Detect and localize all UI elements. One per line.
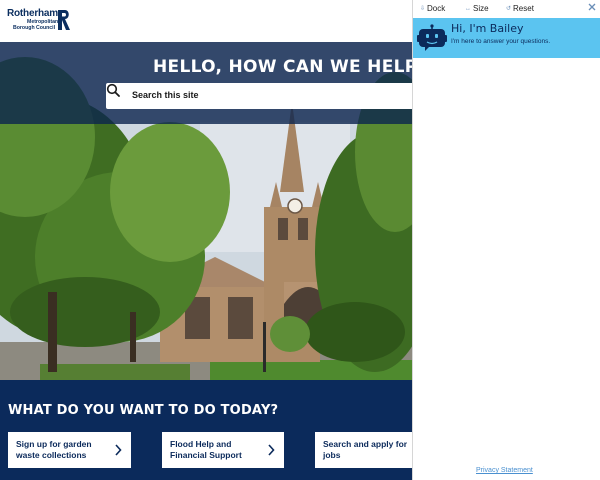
- hero-section: HELLO, HOW CAN WE HELP Y Search this sit…: [0, 42, 412, 380]
- council-logo[interactable]: Rotherham Metropolitan Borough Council: [7, 8, 71, 34]
- reset-icon: ↺: [506, 6, 512, 12]
- resize-icon: ↔: [465, 5, 471, 12]
- size-label: Size: [473, 4, 489, 13]
- chevron-right-icon: [115, 444, 122, 456]
- chat-greeting: Hi, I'm Bailey: [451, 22, 524, 35]
- chat-welcome-banner: Hi, I'm Bailey I'm here to answer your q…: [413, 18, 600, 58]
- dock-label: Dock: [427, 4, 446, 13]
- search-icon: [106, 83, 120, 97]
- chevron-right-icon: [268, 444, 275, 456]
- dock-button[interactable]: ⇩ Dock: [420, 4, 445, 13]
- task-search-jobs[interactable]: Search and apply for jobs: [315, 432, 412, 468]
- logo-subline-2: Borough Council: [13, 25, 56, 31]
- hero-title: HELLO, HOW CAN WE HELP Y: [153, 57, 412, 77]
- reset-button[interactable]: ↺ Reset: [506, 4, 534, 13]
- chatbot-panel: ⇩ Dock ↔ Size ↺ Reset Hi, I'm Bailey I'm…: [412, 0, 600, 480]
- close-icon[interactable]: [587, 2, 597, 12]
- privacy-statement-link[interactable]: Privacy Statement: [476, 467, 533, 474]
- site-search-input[interactable]: Search this site: [106, 83, 412, 109]
- task-garden-waste[interactable]: Sign up for garden waste collections: [8, 432, 131, 468]
- task-label: Flood Help and Financial Support: [170, 439, 242, 460]
- task-label: Sign up for garden waste collections: [16, 439, 92, 460]
- search-placeholder: Search this site: [132, 90, 199, 100]
- task-label: Search and apply for jobs: [323, 439, 408, 460]
- task-flood-help[interactable]: Flood Help and Financial Support: [162, 432, 284, 468]
- reset-label: Reset: [513, 4, 534, 13]
- site-header: Rotherham Metropolitan Borough Council: [0, 0, 412, 42]
- tasks-section: WHAT DO YOU WANT TO DO TODAY? Sign up fo…: [0, 380, 412, 480]
- logo-wordmark: Rotherham: [7, 8, 58, 19]
- size-button[interactable]: ↔ Size: [465, 4, 489, 13]
- chat-toolbar: ⇩ Dock ↔ Size ↺ Reset: [413, 0, 600, 18]
- dock-icon: ⇩: [420, 6, 426, 12]
- tasks-heading: WHAT DO YOU WANT TO DO TODAY?: [8, 403, 279, 418]
- chat-subtitle: I'm here to answer your questions.: [451, 38, 551, 45]
- logo-r-mark-icon: [58, 10, 70, 30]
- robot-avatar-icon: [417, 24, 447, 51]
